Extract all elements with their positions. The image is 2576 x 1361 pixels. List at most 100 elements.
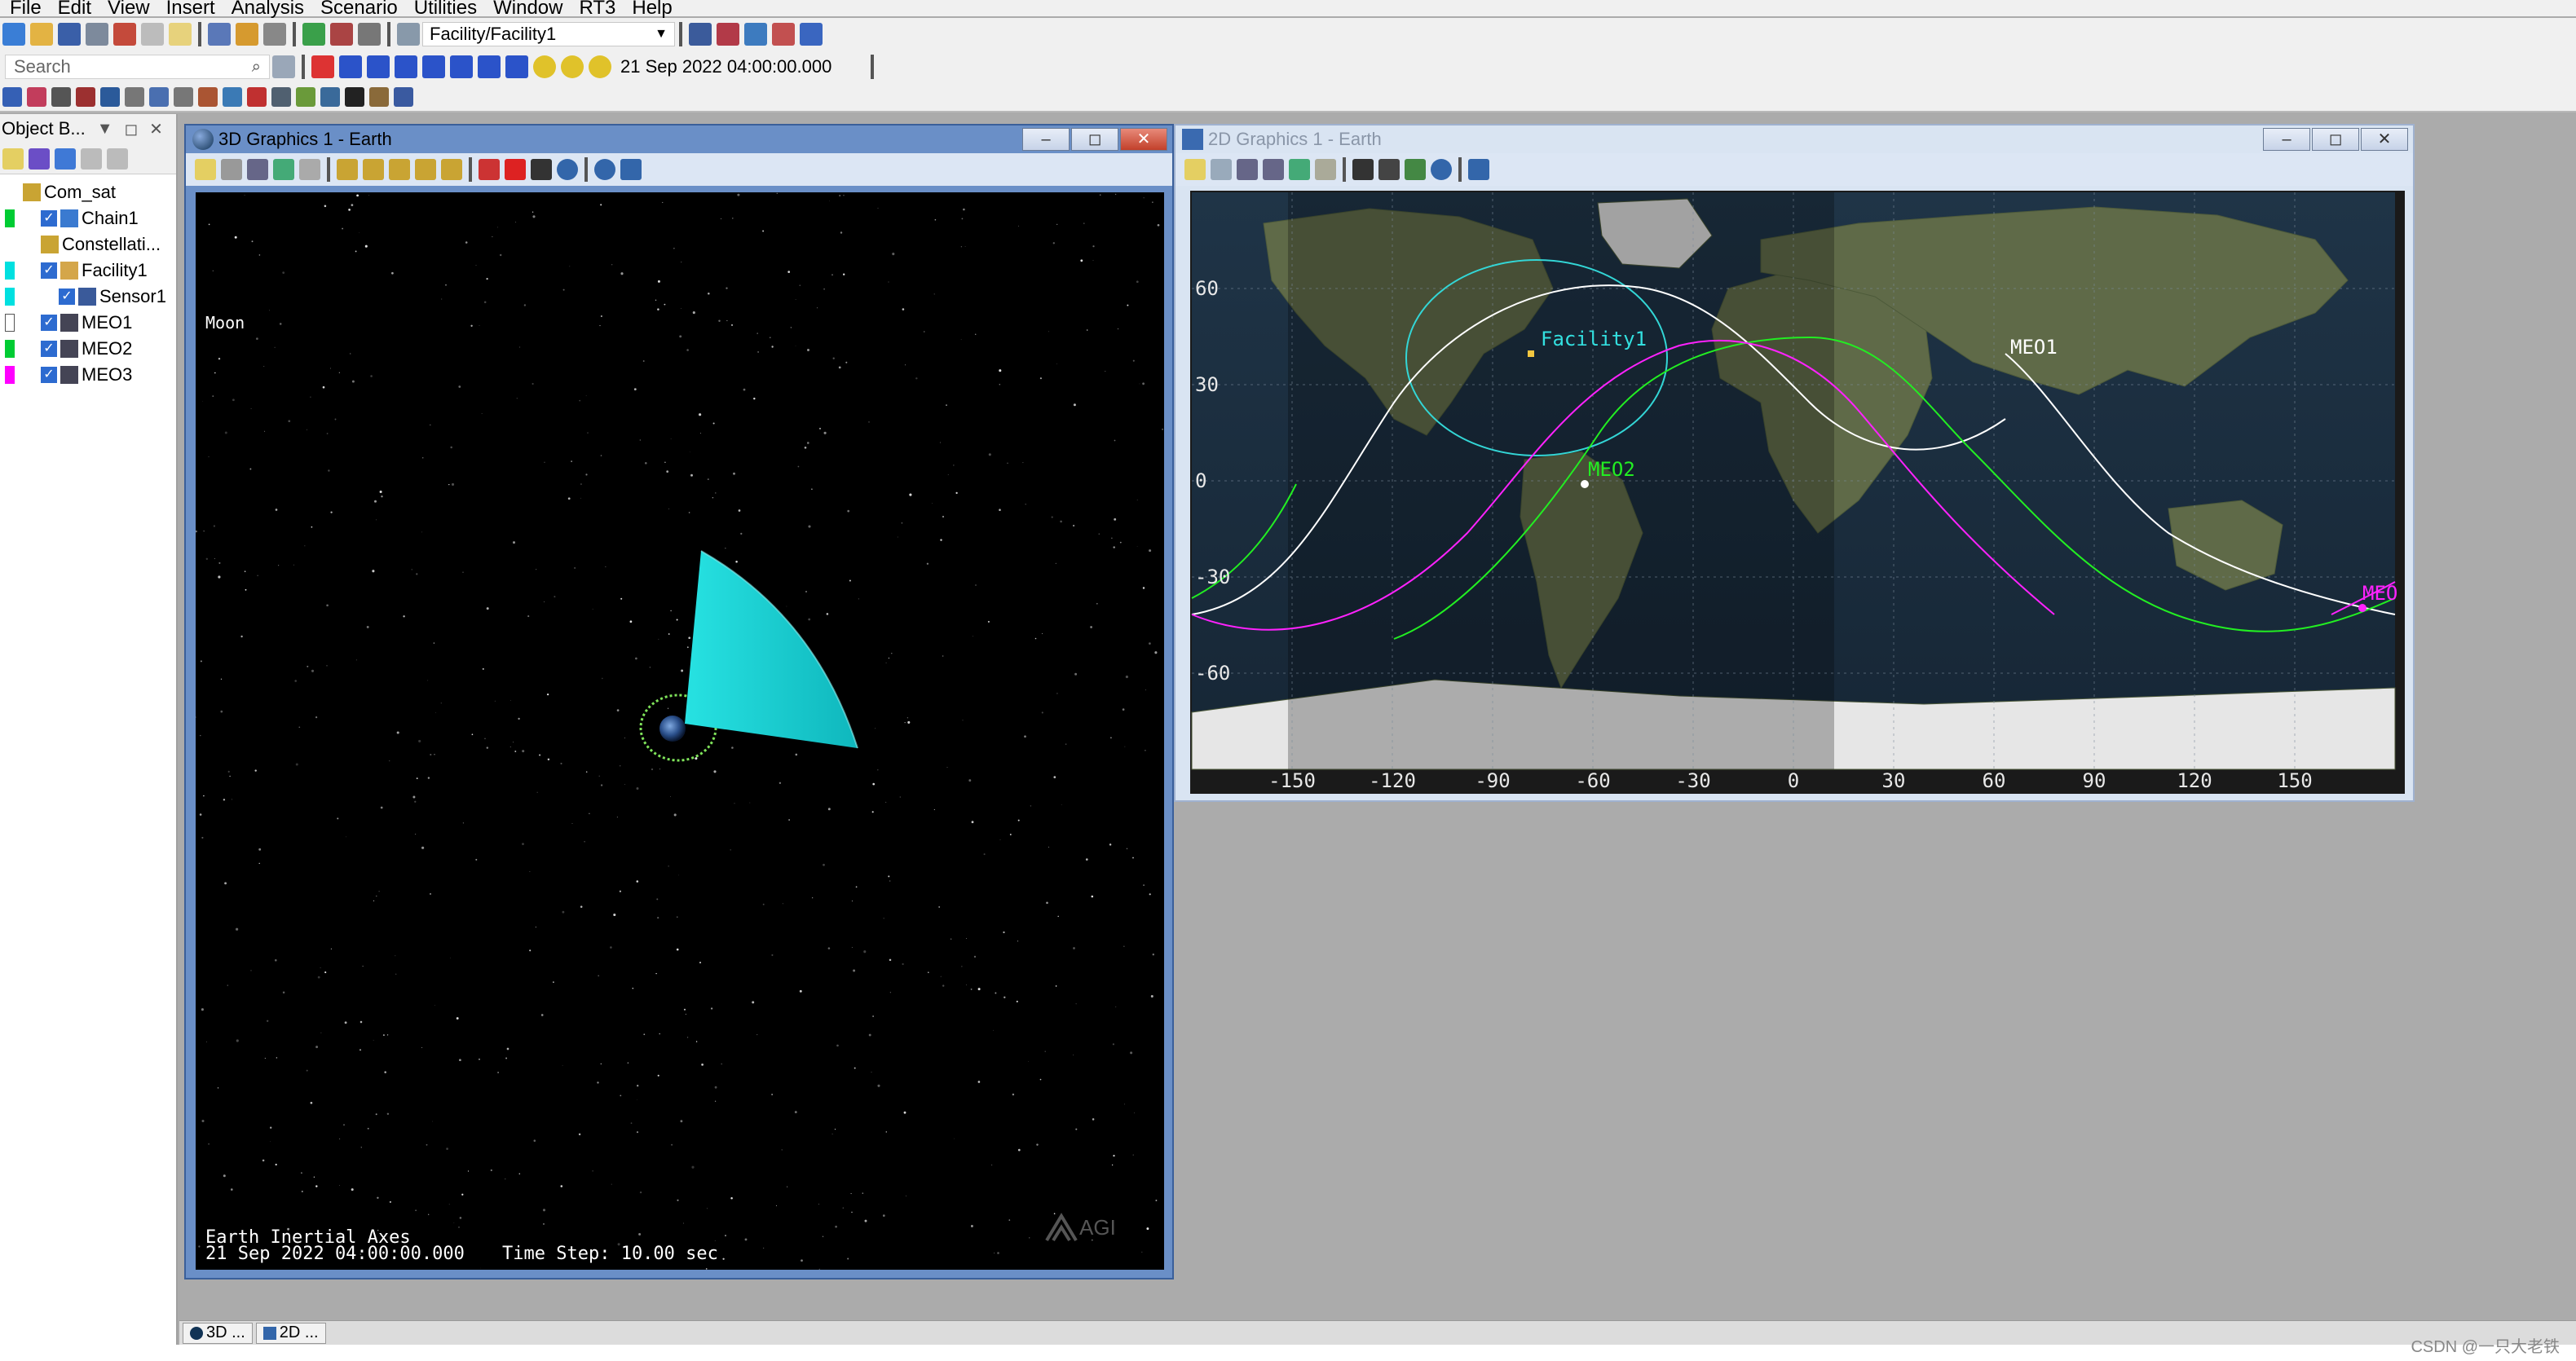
scene-3d-viewport[interactable]: Moon Earth Inertial Axes 21 Sep 2022 04:… (196, 192, 1164, 1270)
pan-icon[interactable] (221, 159, 242, 180)
menu-item-file[interactable]: File (10, 0, 42, 18)
object-view-icon[interactable] (415, 159, 436, 180)
chart-icon[interactable] (772, 23, 795, 46)
earth-icon[interactable] (594, 159, 615, 180)
menu-item-edit[interactable]: Edit (58, 0, 91, 18)
visibility-checkbox[interactable]: ✓ (41, 315, 57, 331)
measure-icon[interactable] (479, 159, 500, 180)
visibility-checkbox[interactable]: ✓ (59, 288, 75, 305)
view-from-icon[interactable] (337, 159, 358, 180)
properties-icon[interactable] (86, 23, 108, 46)
filter-icon[interactable] (29, 148, 50, 170)
taskbar-tab-3d[interactable]: 3D ... (183, 1322, 253, 1344)
settings-icon[interactable] (272, 55, 295, 78)
grid-icon[interactable] (51, 87, 71, 107)
facility-marker[interactable] (1528, 350, 1534, 357)
graphics-icon[interactable] (27, 87, 46, 107)
view-icon[interactable] (2, 87, 22, 107)
reset-icon[interactable] (311, 55, 334, 78)
check-all-icon[interactable] (55, 148, 76, 170)
globe-manager-icon[interactable] (557, 159, 578, 180)
taskbar-tab-2d[interactable]: 2D ... (255, 1322, 326, 1344)
open-folder-icon[interactable] (30, 23, 53, 46)
map-2d-viewport[interactable]: Facility1 MEO1 MEO2 MEO 60 30 0 -30 -60 -150… (1190, 191, 2405, 794)
snapshot-icon[interactable] (1315, 159, 1336, 180)
layer-icon[interactable] (76, 87, 95, 107)
timer-icon[interactable] (125, 87, 144, 107)
pan-icon[interactable] (1211, 159, 1232, 180)
properties-icon[interactable] (1184, 159, 1206, 180)
step-back-icon[interactable] (339, 55, 362, 78)
visibility-checkbox[interactable]: ✓ (41, 262, 57, 279)
menu-item-scenario[interactable]: Scenario (320, 0, 398, 18)
float-icon[interactable]: ◻ (125, 119, 139, 139)
edit-icon[interactable] (296, 87, 315, 107)
close-button[interactable]: ✕ (1120, 128, 1167, 151)
tree-item-chain1[interactable]: ✓ Chain1 (0, 205, 176, 231)
home-view-icon[interactable] (363, 159, 384, 180)
copy-icon[interactable] (320, 87, 340, 107)
tree-item-constellati[interactable]: Constellati... (0, 231, 176, 258)
import-icon[interactable] (100, 87, 120, 107)
menu-item-window[interactable]: Window (493, 0, 562, 18)
meo3-marker[interactable] (2358, 604, 2366, 612)
tools-icon[interactable] (263, 23, 286, 46)
report-icon[interactable] (169, 23, 192, 46)
clock-icon[interactable] (589, 55, 611, 78)
maximize-button[interactable]: ◻ (1071, 128, 1118, 151)
pause-icon[interactable] (395, 55, 417, 78)
cut-icon[interactable] (81, 148, 102, 170)
film-icon[interactable] (1352, 159, 1374, 180)
globe-settings-icon[interactable] (1468, 159, 1489, 180)
analysis-icon[interactable] (236, 23, 258, 46)
snapshot-icon[interactable] (299, 159, 320, 180)
tree-item-meo1[interactable]: ✓ MEO1 (0, 310, 176, 336)
zoom-icon[interactable] (247, 159, 268, 180)
help-icon[interactable] (394, 87, 413, 107)
measure-icon[interactable] (223, 87, 242, 107)
search-input[interactable]: Search ⌕ (5, 55, 270, 79)
increase-step-icon[interactable] (505, 55, 528, 78)
insert-object-icon[interactable] (113, 23, 136, 46)
close-button[interactable]: ✕ (2361, 128, 2408, 151)
table-icon[interactable] (271, 87, 291, 107)
menu-item-utilities[interactable]: Utilities (414, 0, 477, 18)
orbit-view-icon[interactable] (389, 159, 410, 180)
window-icon[interactable] (744, 23, 767, 46)
zoom-in-icon[interactable] (1237, 159, 1258, 180)
maximize-button[interactable]: ◻ (2312, 128, 2359, 151)
time-display[interactable]: 21 Sep 2022 04:00:00.000 (614, 55, 867, 79)
tree-item-meo3[interactable]: ✓ MEO3 (0, 362, 176, 388)
realtime-icon[interactable] (533, 55, 556, 78)
globe-manager-icon[interactable] (1431, 159, 1452, 180)
map-icon[interactable] (273, 159, 294, 180)
sort-icon[interactable] (800, 23, 823, 46)
copy-icon[interactable] (107, 148, 128, 170)
meo2-marker[interactable] (1581, 480, 1589, 488)
draw-icon[interactable] (505, 159, 526, 180)
tree-item-meo2[interactable]: ✓ MEO2 (0, 336, 176, 362)
access-icon[interactable] (330, 23, 353, 46)
tool-icon[interactable] (198, 87, 218, 107)
decrease-step-icon[interactable] (478, 55, 501, 78)
menu-item-insert[interactable]: Insert (166, 0, 215, 18)
refresh-icon[interactable] (358, 23, 381, 46)
tree-item-sensor1[interactable]: ✓ Sensor1 (0, 284, 176, 310)
new-scenario-icon[interactable] (2, 23, 25, 46)
properties-icon[interactable] (195, 159, 216, 180)
close-icon[interactable]: ✕ (149, 119, 163, 139)
camera-icon[interactable] (174, 87, 193, 107)
stored-view-icon[interactable] (441, 159, 462, 180)
minimize-button[interactable]: – (2263, 128, 2310, 151)
menu-item-rt3[interactable]: RT3 (579, 0, 615, 18)
visibility-checkbox[interactable]: ✓ (41, 367, 57, 383)
film-icon[interactable] (531, 159, 552, 180)
tree-item-com-sat[interactable]: Com_sat (0, 179, 176, 205)
terrain-icon[interactable] (1405, 159, 1426, 180)
tree-item-facility1[interactable]: ✓ Facility1 (0, 258, 176, 284)
zoom-out-icon[interactable] (1263, 159, 1284, 180)
view-3d-icon[interactable] (689, 23, 712, 46)
step-forward-icon[interactable] (450, 55, 473, 78)
visibility-checkbox[interactable]: ✓ (41, 341, 57, 357)
scale-icon[interactable] (1378, 159, 1400, 180)
